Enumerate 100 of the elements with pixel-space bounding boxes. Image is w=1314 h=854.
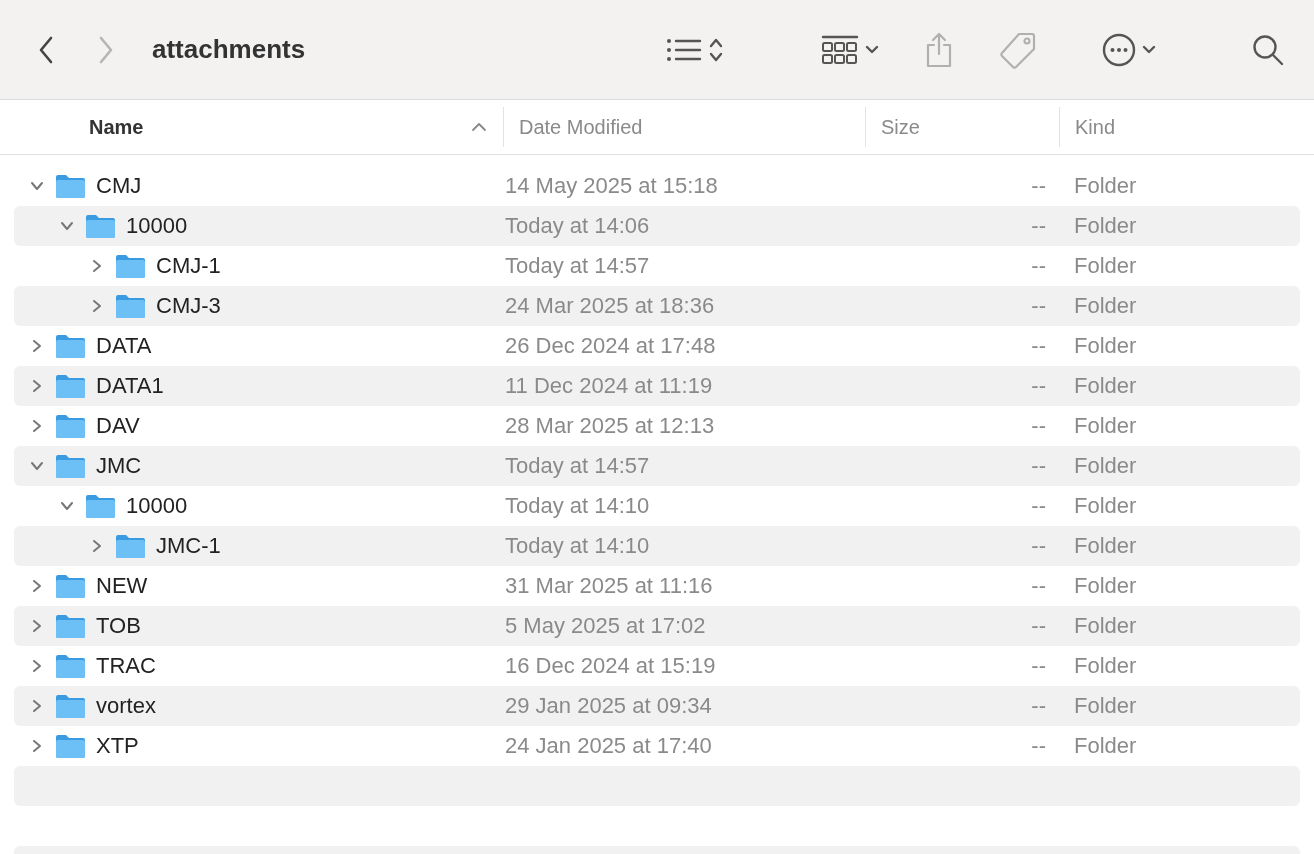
list-view-icon bbox=[666, 36, 702, 63]
table-row[interactable]: 10000 Today at 14:06 -- Folder bbox=[14, 206, 1300, 246]
file-size: -- bbox=[1030, 573, 1047, 599]
file-kind: Folder bbox=[1073, 293, 1138, 319]
table-row[interactable]: DATA1 11 Dec 2024 at 11:19 -- Folder bbox=[14, 366, 1300, 406]
file-name: TRAC bbox=[96, 653, 156, 679]
folder-icon bbox=[55, 573, 86, 599]
file-name: JMC bbox=[96, 453, 142, 479]
disclosure-chevron-icon[interactable] bbox=[30, 619, 44, 633]
caret-icon bbox=[1142, 44, 1156, 55]
folder-icon bbox=[85, 213, 116, 239]
table-row[interactable]: TOB 5 May 2025 at 17:02 -- Folder bbox=[14, 606, 1300, 646]
file-size: -- bbox=[1030, 533, 1047, 559]
date-modified: 29 Jan 2025 at 09:34 bbox=[504, 693, 713, 719]
file-size: -- bbox=[1030, 253, 1047, 279]
file-name: vortex bbox=[96, 693, 156, 719]
disclosure-chevron-icon[interactable] bbox=[30, 659, 44, 673]
disclosure-chevron-icon[interactable] bbox=[30, 179, 44, 193]
file-name: DAV bbox=[96, 413, 140, 439]
folder-icon bbox=[55, 653, 86, 679]
disclosure-chevron-icon[interactable] bbox=[90, 299, 104, 313]
column-header[interactable]: Name bbox=[0, 107, 503, 147]
date-modified: 24 Mar 2025 at 18:36 bbox=[504, 293, 716, 319]
folder-icon bbox=[115, 293, 146, 319]
file-kind: Folder bbox=[1073, 173, 1138, 199]
disclosure-chevron-icon[interactable] bbox=[60, 219, 74, 233]
file-name: 10000 bbox=[126, 213, 188, 239]
disclosure-chevron-icon[interactable] bbox=[30, 579, 44, 593]
file-name: 10000 bbox=[126, 493, 188, 519]
file-kind: Folder bbox=[1073, 733, 1138, 759]
file-size: -- bbox=[1030, 373, 1047, 399]
grid-view-icon bbox=[821, 34, 859, 65]
file-size: -- bbox=[1030, 493, 1047, 519]
folder-icon bbox=[55, 413, 86, 439]
table-row[interactable]: JMC-1 Today at 14:10 -- Folder bbox=[14, 526, 1300, 566]
file-kind: Folder bbox=[1073, 333, 1138, 359]
date-modified: 28 Mar 2025 at 12:13 bbox=[504, 413, 716, 439]
file-size: -- bbox=[1030, 653, 1047, 679]
share-icon bbox=[924, 31, 954, 68]
file-kind: Folder bbox=[1073, 213, 1138, 239]
file-kind: Folder bbox=[1073, 453, 1138, 479]
file-kind: Folder bbox=[1073, 573, 1138, 599]
column-header[interactable]: Kind bbox=[1059, 107, 1314, 147]
disclosure-chevron-icon[interactable] bbox=[30, 379, 44, 393]
folder-icon bbox=[55, 453, 86, 479]
folder-icon bbox=[115, 253, 146, 279]
file-kind: Folder bbox=[1073, 253, 1138, 279]
sort-caret-icon bbox=[471, 122, 487, 132]
file-name: DATA1 bbox=[96, 373, 164, 399]
file-kind: Folder bbox=[1073, 653, 1138, 679]
disclosure-chevron-icon[interactable] bbox=[30, 419, 44, 433]
more-icon bbox=[1102, 32, 1136, 67]
file-kind: Folder bbox=[1073, 413, 1138, 439]
date-modified: 11 Dec 2024 at 11:19 bbox=[504, 373, 714, 399]
disclosure-chevron-icon[interactable] bbox=[90, 259, 104, 273]
file-name: JMC-1 bbox=[156, 533, 221, 559]
disclosure-chevron-icon[interactable] bbox=[30, 339, 44, 353]
file-size: -- bbox=[1030, 413, 1047, 439]
more-button[interactable] bbox=[1102, 32, 1156, 67]
file-kind: Folder bbox=[1073, 373, 1138, 399]
date-modified: 16 Dec 2024 at 15:19 bbox=[504, 653, 717, 679]
folder-icon bbox=[55, 613, 86, 639]
folder-icon bbox=[55, 733, 86, 759]
disclosure-chevron-icon[interactable] bbox=[90, 539, 104, 553]
window-title: attachments bbox=[152, 34, 306, 65]
date-modified: 31 Mar 2025 at 11:16 bbox=[504, 573, 714, 599]
file-kind: Folder bbox=[1073, 613, 1138, 639]
search-icon bbox=[1252, 33, 1284, 66]
disclosure-chevron-icon[interactable] bbox=[30, 699, 44, 713]
date-modified: Today at 14:57 bbox=[504, 253, 651, 279]
file-name: NEW bbox=[96, 573, 148, 599]
tag-icon bbox=[999, 30, 1037, 69]
date-modified: 14 May 2025 at 15:18 bbox=[504, 173, 719, 199]
caret-icon bbox=[865, 44, 879, 55]
disclosure-chevron-icon[interactable] bbox=[60, 499, 74, 513]
folder-icon bbox=[55, 333, 86, 359]
date-modified: Today at 14:10 bbox=[504, 533, 651, 559]
file-size: -- bbox=[1030, 693, 1047, 719]
date-modified: 24 Jan 2025 at 17:40 bbox=[504, 733, 713, 759]
file-kind: Folder bbox=[1073, 533, 1138, 559]
table-row[interactable]: JMC Today at 14:57 -- Folder bbox=[14, 446, 1300, 486]
date-modified: Today at 14:10 bbox=[504, 493, 651, 519]
column-header[interactable]: Date Modified bbox=[503, 107, 865, 147]
table-row[interactable]: CMJ-3 24 Mar 2025 at 18:36 -- Folder bbox=[14, 286, 1300, 326]
group-button[interactable] bbox=[821, 34, 879, 65]
table-row[interactable]: vortex 29 Jan 2025 at 09:34 -- Folder bbox=[14, 686, 1300, 726]
date-modified: Today at 14:57 bbox=[504, 453, 651, 479]
disclosure-chevron-icon[interactable] bbox=[30, 459, 44, 473]
date-modified: 26 Dec 2024 at 17:48 bbox=[504, 333, 717, 359]
file-size: -- bbox=[1030, 333, 1047, 359]
file-size: -- bbox=[1030, 293, 1047, 319]
file-name: CMJ-3 bbox=[156, 293, 221, 319]
back-button[interactable] bbox=[38, 35, 54, 64]
file-size: -- bbox=[1030, 213, 1047, 239]
date-modified: Today at 14:06 bbox=[504, 213, 651, 239]
file-size: -- bbox=[1030, 733, 1047, 759]
file-size: -- bbox=[1030, 173, 1047, 199]
date-modified: 5 May 2025 at 17:02 bbox=[504, 613, 707, 639]
search-button[interactable] bbox=[1252, 33, 1284, 66]
disclosure-chevron-icon[interactable] bbox=[30, 739, 44, 753]
